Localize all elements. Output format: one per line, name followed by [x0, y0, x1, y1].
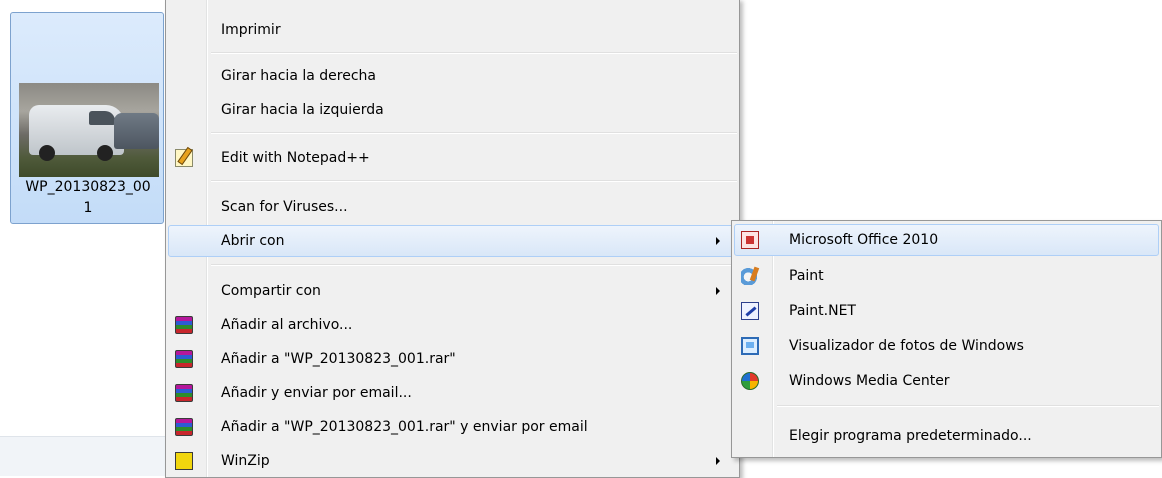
submenu-arrow-icon: [716, 457, 720, 465]
menu-item-rotate-left[interactable]: Girar hacia la izquierda: [168, 94, 737, 126]
menu-item-label: Abrir con: [221, 233, 285, 249]
submenu-arrow-icon: [716, 287, 720, 295]
menu-item-label: WinZip: [221, 453, 270, 469]
menu-item-label: Añadir a "WP_20130823_001.rar" y enviar …: [221, 419, 588, 435]
winrar-icon: [175, 316, 193, 334]
submenu-item-media-center[interactable]: Windows Media Center: [734, 365, 1159, 397]
menu-item-label: Girar hacia la derecha: [221, 68, 376, 84]
menu-item-open-with[interactable]: Abrir con: [168, 225, 737, 257]
photo-viewer-icon: [741, 337, 759, 355]
paint-net-icon: [741, 302, 759, 320]
menu-item-label: Visualizador de fotos de Windows: [789, 338, 1024, 354]
menu-item-label: Paint: [789, 268, 824, 284]
menu-item-add-to-rar[interactable]: Añadir a "WP_20130823_001.rar": [168, 343, 737, 375]
menu-item-label: Imprimir: [221, 22, 281, 38]
open-with-submenu: Microsoft Office 2010 Paint Paint.NET Vi…: [731, 220, 1162, 458]
submenu-item-choose-default[interactable]: Elegir programa predeterminado...: [734, 420, 1159, 452]
menu-item-scan-viruses[interactable]: Scan for Viruses...: [168, 191, 737, 223]
winrar-icon: [175, 418, 193, 436]
menu-item-label: Añadir a "WP_20130823_001.rar": [221, 351, 456, 367]
submenu-item-paint[interactable]: Paint: [734, 260, 1159, 292]
file-item-selected[interactable]: WP_20130823_00 1: [10, 12, 164, 224]
menu-item-winzip[interactable]: WinZip: [168, 445, 737, 477]
menu-item-label: Windows Media Center: [789, 373, 950, 389]
submenu-item-paint-net[interactable]: Paint.NET: [734, 295, 1159, 327]
menu-item-share-with[interactable]: Compartir con: [168, 275, 737, 307]
menu-item-add-and-email[interactable]: Añadir y enviar por email...: [168, 377, 737, 409]
menu-item-label: Elegir programa predeterminado...: [789, 428, 1032, 444]
menu-item-rotate-right[interactable]: Girar hacia la derecha: [168, 60, 737, 92]
menu-item-label: Añadir y enviar por email...: [221, 385, 412, 401]
winrar-icon: [175, 384, 193, 402]
menu-separator: [777, 405, 1159, 407]
file-name: WP_20130823_00 1: [25, 179, 151, 216]
menu-item-label: Paint.NET: [789, 303, 856, 319]
menu-item-label: Añadir al archivo...: [221, 317, 353, 333]
winrar-icon: [175, 350, 193, 368]
menu-separator: [211, 132, 737, 134]
media-center-icon: [741, 372, 759, 390]
menu-item-label: Compartir con: [221, 283, 321, 299]
menu-separator: [211, 264, 737, 266]
office-icon: [741, 231, 759, 249]
paint-icon: [741, 267, 759, 285]
menu-item-label: Edit with Notepad++: [221, 150, 370, 166]
context-menu: Imprimir Girar hacia la derecha Girar ha…: [165, 0, 740, 478]
menu-item-label: Girar hacia la izquierda: [221, 102, 384, 118]
file-thumbnail: [19, 83, 159, 177]
submenu-arrow-icon: [716, 237, 720, 245]
submenu-item-photo-viewer[interactable]: Visualizador de fotos de Windows: [734, 330, 1159, 362]
menu-item-label: Microsoft Office 2010: [789, 232, 939, 248]
menu-item-add-rar-and-email[interactable]: Añadir a "WP_20130823_001.rar" y enviar …: [168, 411, 737, 443]
menu-item-label: Scan for Viruses...: [221, 199, 348, 215]
notepad-plus-plus-icon: [175, 149, 193, 167]
winzip-icon: [175, 452, 193, 470]
explorer-background: [0, 436, 170, 476]
menu-item-add-to-archive[interactable]: Añadir al archivo...: [168, 309, 737, 341]
menu-separator: [211, 180, 737, 182]
submenu-item-office-2010[interactable]: Microsoft Office 2010: [734, 224, 1159, 256]
menu-separator: [211, 52, 737, 54]
menu-item-imprimir[interactable]: Imprimir: [168, 14, 737, 46]
menu-item-edit-notepad[interactable]: Edit with Notepad++: [168, 142, 737, 174]
